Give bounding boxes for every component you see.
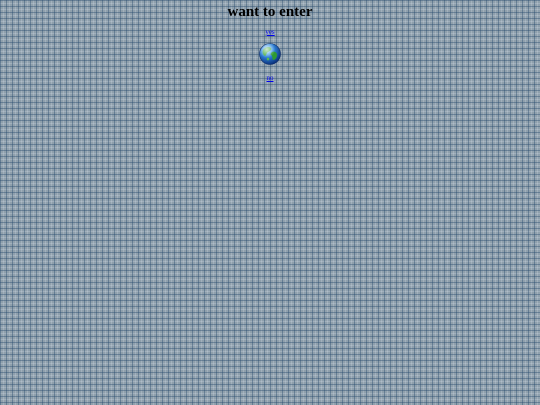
no-link[interactable]: no	[0, 74, 540, 82]
yes-link[interactable]: yes	[0, 28, 540, 36]
page-content: want to enter yes no	[0, 0, 540, 405]
globe-icon	[259, 43, 281, 65]
page-title: want to enter	[227, 4, 313, 20]
